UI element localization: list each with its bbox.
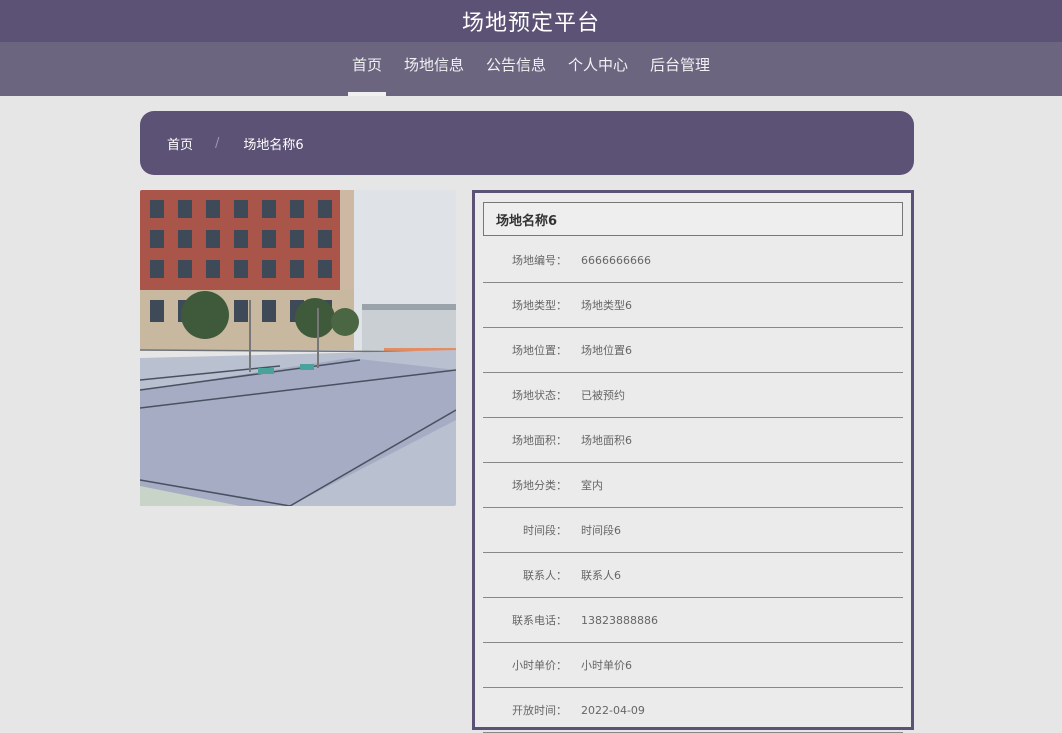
detail-label: 场地位置： bbox=[512, 344, 567, 357]
detail-value: 已被预约 bbox=[581, 389, 625, 402]
detail-value: 室内 bbox=[581, 479, 603, 492]
nav-item-admin[interactable]: 后台管理 bbox=[639, 42, 721, 96]
venue-photo bbox=[140, 190, 456, 506]
detail-row-hourly-price: 小时单价： 小时单价6 bbox=[483, 643, 903, 688]
detail-row-venue-area: 场地面积： 场地面积6 bbox=[483, 418, 903, 463]
detail-value: 2022-04-09 bbox=[581, 703, 645, 717]
detail-label: 联系电话： bbox=[512, 614, 567, 627]
breadcrumb-home-link[interactable]: 首页 bbox=[167, 134, 193, 153]
venue-name-heading: 场地名称6 bbox=[483, 202, 903, 236]
breadcrumb-current: 场地名称6 bbox=[243, 137, 304, 153]
detail-value: 6666666666 bbox=[581, 253, 651, 267]
detail-label: 开放时间： bbox=[512, 704, 567, 717]
detail-row-contact-phone: 联系电话： 13823888886 bbox=[483, 598, 903, 643]
detail-label: 场地类型： bbox=[512, 299, 567, 312]
site-title: 场地预定平台 bbox=[461, 11, 600, 36]
detail-value: 场地面积6 bbox=[581, 434, 632, 447]
venue-details-panel: 场地名称6 场地编号： 6666666666 场地类型： 场地类型6 场地位置：… bbox=[472, 190, 914, 733]
detail-value: 联系人6 bbox=[581, 569, 621, 582]
detail-label: 联系人： bbox=[523, 569, 567, 582]
detail-label: 场地面积： bbox=[512, 434, 567, 447]
detail-row-venue-location: 场地位置： 场地位置6 bbox=[483, 328, 903, 373]
breadcrumb: 首页 / 场地名称6 bbox=[140, 111, 914, 175]
detail-value: 13823888886 bbox=[581, 613, 658, 627]
detail-row-venue-type: 场地类型： 场地类型6 bbox=[483, 283, 903, 328]
detail-row-venue-status: 场地状态： 已被预约 bbox=[483, 373, 903, 418]
detail-row-time-slot: 时间段： 时间段6 bbox=[483, 508, 903, 553]
top-header: 场地预定平台 bbox=[0, 0, 1062, 42]
detail-row-venue-number: 场地编号： 6666666666 bbox=[483, 238, 903, 283]
detail-value: 场地位置6 bbox=[581, 344, 632, 357]
main-navigation: 首页 场地信息 公告信息 个人中心 后台管理 bbox=[0, 42, 1062, 96]
breadcrumb-separator: / bbox=[215, 135, 220, 151]
nav-item-personal-center[interactable]: 个人中心 bbox=[557, 42, 639, 96]
detail-value: 时间段6 bbox=[581, 524, 621, 537]
detail-value: 场地类型6 bbox=[581, 299, 632, 312]
detail-row-contact-person: 联系人： 联系人6 bbox=[483, 553, 903, 598]
detail-label: 场地分类： bbox=[512, 479, 567, 492]
detail-label: 场地状态： bbox=[512, 389, 567, 402]
detail-label: 小时单价： bbox=[512, 659, 567, 672]
detail-label: 时间段： bbox=[523, 524, 567, 537]
detail-label: 场地编号： bbox=[512, 254, 567, 267]
detail-value: 小时单价6 bbox=[581, 659, 632, 672]
nav-item-home[interactable]: 首页 bbox=[341, 42, 393, 96]
detail-row-venue-category: 场地分类： 室内 bbox=[483, 463, 903, 508]
nav-item-announcements[interactable]: 公告信息 bbox=[475, 42, 557, 96]
nav-item-venue-info[interactable]: 场地信息 bbox=[393, 42, 475, 96]
